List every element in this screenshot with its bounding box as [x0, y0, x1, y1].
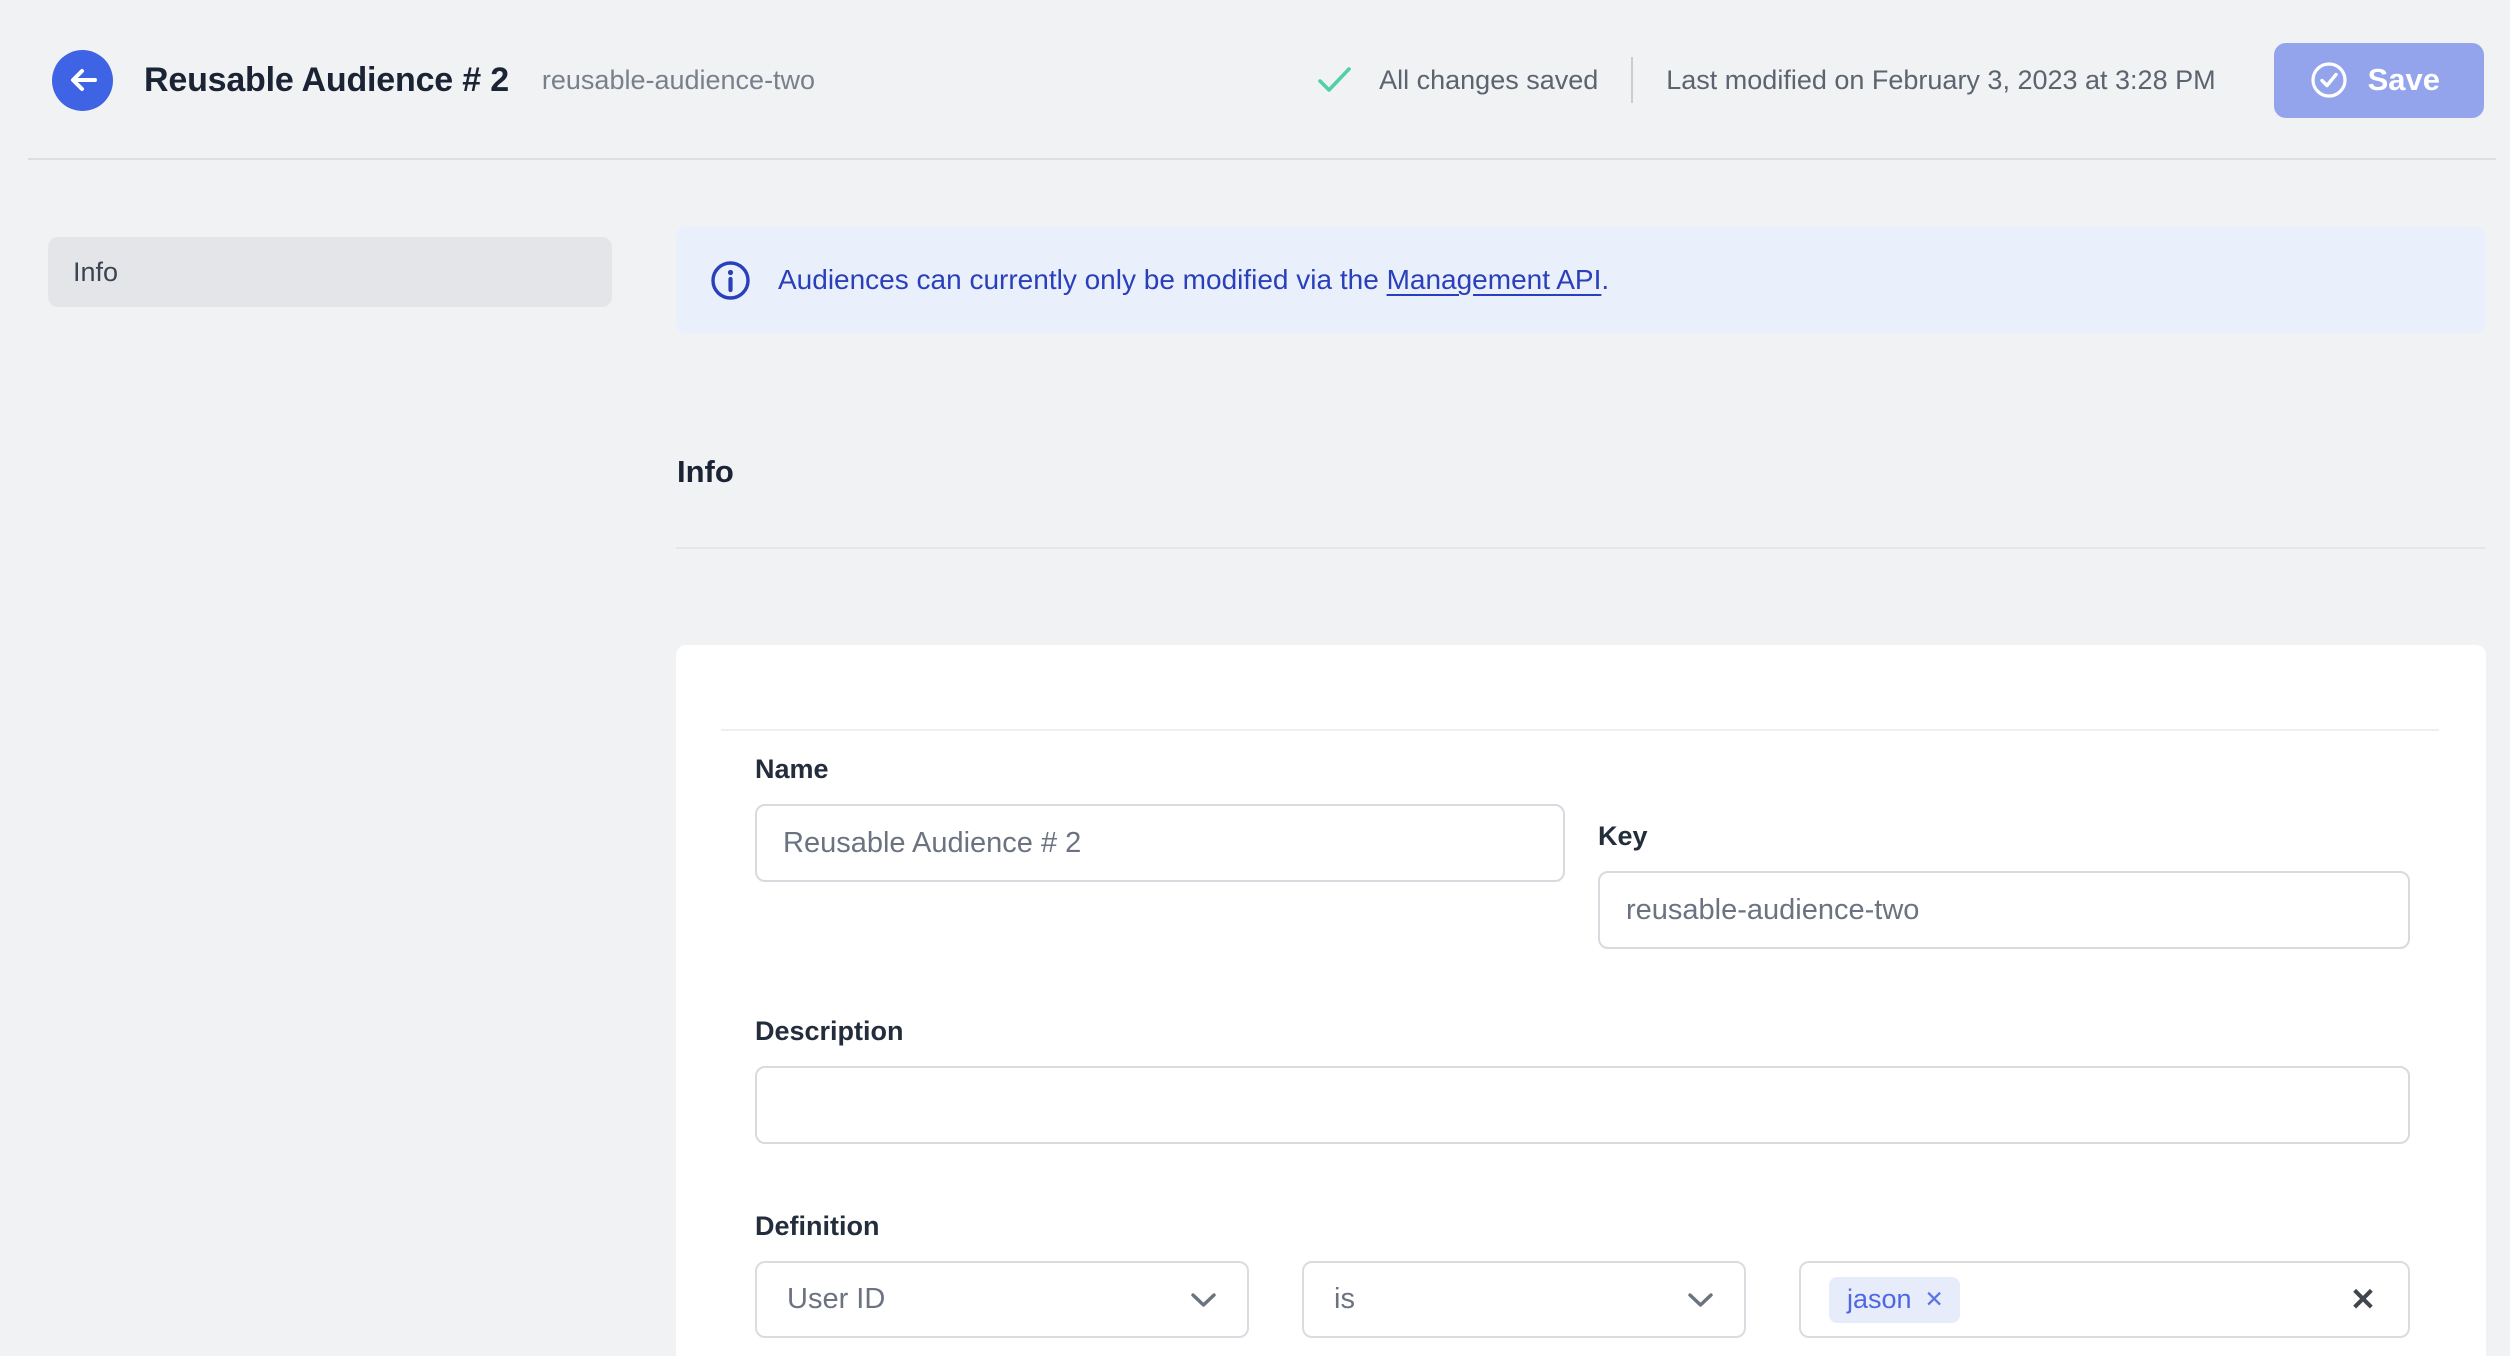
remove-value-icon[interactable]: ✕	[1925, 1287, 1944, 1311]
header: Reusable Audience # 2 reusable-audience-…	[0, 0, 2510, 160]
attribute-select-value: User ID	[787, 1283, 886, 1315]
check-icon	[1318, 67, 1351, 92]
key-field: Key	[1598, 821, 2410, 949]
sidebar-item-info[interactable]: Info	[48, 237, 612, 307]
header-vertical-divider	[1631, 57, 1634, 103]
description-field: Description	[755, 1016, 2410, 1144]
operator-select[interactable]: is	[1302, 1261, 1746, 1338]
sidebar: Info	[48, 227, 612, 307]
definition-field: Definition User ID is jason ✕ ✕	[755, 1211, 2410, 1338]
page: Reusable Audience # 2 reusable-audience-…	[0, 0, 2510, 1356]
section-title: Info	[677, 454, 734, 489]
value-chip-label: jason	[1847, 1283, 1912, 1314]
check-circle-icon	[2310, 62, 2347, 98]
banner-text-after: .	[1601, 264, 1610, 295]
name-label: Name	[755, 754, 829, 784]
sidebar-item-label: Info	[73, 256, 119, 287]
main-layout: Info Audiences can currently only be mod…	[0, 160, 2510, 1356]
value-chip: jason ✕	[1829, 1276, 1960, 1323]
clear-values-icon[interactable]: ✕	[2350, 1284, 2380, 1315]
name-key-row: Name Key	[755, 754, 2410, 949]
save-status-label: All changes saved	[1379, 64, 1599, 95]
save-status: All changes saved	[1316, 65, 1598, 96]
page-subtitle: reusable-audience-two	[541, 64, 816, 95]
name-field: Name	[755, 754, 1565, 949]
save-button-label: Save	[2367, 62, 2440, 97]
save-button[interactable]: Save	[2273, 42, 2484, 118]
main-content: Audiences can currently only be modified…	[676, 227, 2486, 1356]
chevron-down-icon	[1191, 1292, 1216, 1307]
management-api-link[interactable]: Management API	[1387, 264, 1602, 295]
chevron-down-icon	[1688, 1292, 1713, 1307]
arrow-left-icon	[70, 69, 97, 91]
info-icon	[711, 260, 750, 300]
banner-text: Audiences can currently only be modified…	[778, 264, 1609, 296]
card-inner: Name Key Description Definition	[676, 647, 2486, 1338]
definition-label: Definition	[755, 1211, 880, 1241]
description-label: Description	[755, 1016, 904, 1046]
page-title: Reusable Audience # 2	[144, 60, 509, 99]
info-card: Name Key Description Definition	[676, 645, 2486, 1356]
key-input[interactable]	[1598, 871, 2410, 949]
description-input[interactable]	[755, 1066, 2410, 1144]
banner-text-before: Audiences can currently only be modified…	[778, 264, 1387, 295]
section-divider	[676, 547, 2486, 549]
definition-values-input[interactable]: jason ✕ ✕	[1799, 1261, 2410, 1338]
back-button[interactable]	[52, 49, 113, 111]
info-banner: Audiences can currently only be modified…	[676, 227, 2486, 333]
attribute-select[interactable]: User ID	[755, 1261, 1249, 1338]
key-label: Key	[1598, 821, 1648, 851]
definition-row: User ID is jason ✕ ✕	[755, 1261, 2410, 1338]
name-input[interactable]	[755, 804, 1565, 882]
operator-select-value: is	[1334, 1283, 1355, 1315]
card-top-divider	[721, 729, 2439, 731]
last-modified-text: Last modified on February 3, 2023 at 3:2…	[1666, 64, 2216, 95]
